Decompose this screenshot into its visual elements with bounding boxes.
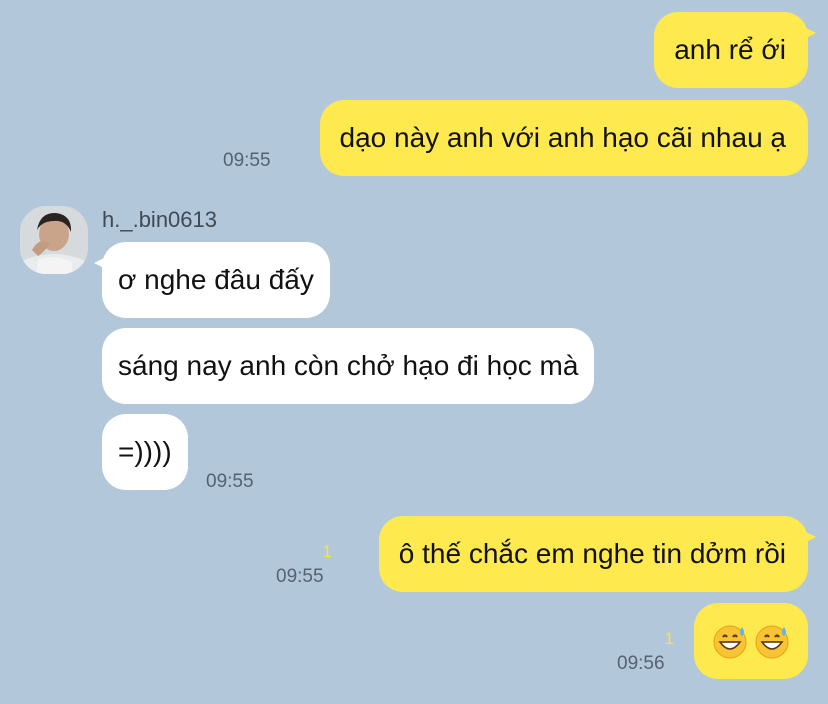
- message-timestamp: 09:55: [223, 150, 271, 171]
- message-text: =)))): [118, 436, 172, 467]
- avatar[interactable]: [20, 206, 88, 274]
- grinning-sweat-emoji: [755, 625, 789, 659]
- message-bubble-outgoing[interactable]: anh rể ới: [654, 12, 816, 88]
- profile-photo-icon: [20, 206, 88, 274]
- emoji-group: [712, 623, 790, 659]
- message-text: dạo này anh với anh hạo cãi nhau ạ: [339, 122, 786, 153]
- unread-count-badge: 1: [664, 629, 674, 648]
- message-bubble-incoming[interactable]: sáng nay anh còn chở hạo đi học mà: [102, 328, 595, 404]
- contact-name[interactable]: h._.bin0613: [102, 207, 217, 233]
- message-text: ô thế chắc em nghe tin dởm rồi: [398, 538, 786, 569]
- message-bubble-outgoing[interactable]: [694, 603, 808, 679]
- message-text: ơ nghe đâu đấy: [118, 264, 314, 295]
- message-bubble-incoming[interactable]: =)))): [102, 414, 188, 490]
- message-text: anh rể ới: [674, 34, 786, 65]
- message-bubble-outgoing[interactable]: dạo này anh với anh hạo cãi nhau ạ: [319, 100, 808, 176]
- unread-count-badge: 1: [322, 542, 332, 561]
- message-timestamp: 09:55: [276, 566, 324, 587]
- message-timestamp: 09:55: [206, 471, 254, 492]
- message-timestamp: 09:56: [617, 653, 665, 674]
- grinning-sweat-emoji: [713, 625, 747, 659]
- message-text: sáng nay anh còn chở hạo đi học mà: [118, 350, 579, 381]
- message-bubble-outgoing[interactable]: ô thế chắc em nghe tin dởm rồi: [378, 516, 817, 592]
- message-bubble-incoming[interactable]: ơ nghe đâu đấy: [94, 242, 330, 318]
